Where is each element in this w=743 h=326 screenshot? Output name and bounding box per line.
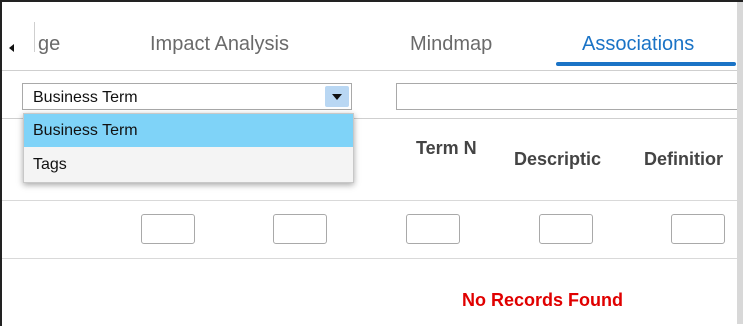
vertical-scrollbar[interactable]	[737, 2, 743, 324]
empty-table-message: No Records Found	[462, 290, 623, 310]
column-header-term-name[interactable]: Term Name	[416, 137, 476, 160]
column-filter-row	[2, 200, 737, 259]
association-type-dropdown: Business Term Tags	[23, 113, 354, 183]
column-header-description[interactable]: Descriptic	[514, 149, 612, 170]
search-input[interactable]	[396, 83, 743, 110]
column-header-definition[interactable]: Definitior	[644, 149, 737, 170]
active-tab-indicator	[556, 62, 736, 66]
column-filter-input[interactable]	[671, 214, 725, 244]
association-type-value: Business Term	[33, 89, 138, 106]
dropdown-option-business-term[interactable]: Business Term	[24, 114, 353, 147]
tab-mindmap[interactable]: Mindmap	[410, 33, 492, 56]
column-filter-input[interactable]	[539, 214, 593, 244]
tab-impact-analysis[interactable]: Impact Analysis	[150, 33, 289, 56]
tab-lineage-partial[interactable]: ge	[38, 33, 60, 56]
tab-divider	[34, 22, 35, 52]
chevron-down-icon[interactable]	[325, 86, 349, 107]
tab-associations[interactable]: Associations	[582, 33, 694, 56]
tab-scroll-left-icon[interactable]	[9, 44, 14, 52]
column-filter-input[interactable]	[273, 214, 327, 244]
association-type-select[interactable]: Business Term	[22, 83, 352, 110]
column-filter-input[interactable]	[406, 214, 460, 244]
column-filter-input[interactable]	[141, 214, 195, 244]
dropdown-option-tags[interactable]: Tags	[24, 148, 353, 181]
dropdown-option-label: Business Term	[33, 122, 138, 139]
dropdown-option-label: Tags	[33, 156, 67, 173]
